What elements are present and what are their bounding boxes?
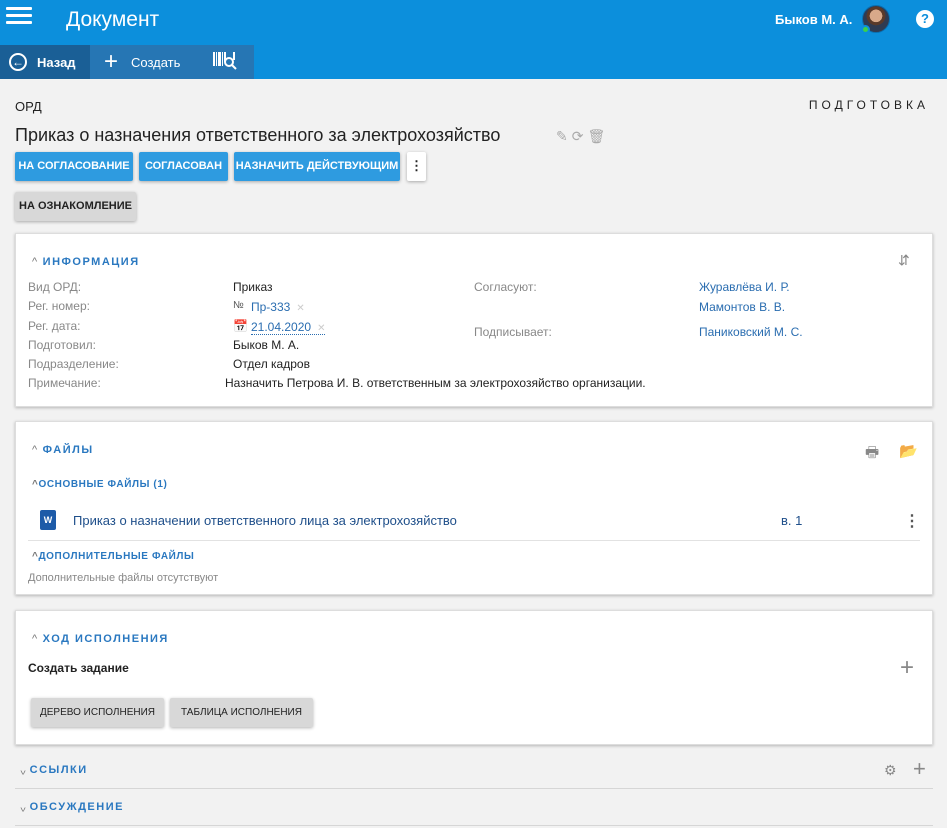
- help-icon[interactable]: ?: [916, 10, 934, 28]
- discussion-section-header[interactable]: ^ ОБСУЖДЕНИЕ: [19, 801, 124, 813]
- files-section-header[interactable]: ^ ФАЙЛЫ: [32, 444, 94, 456]
- execution-section-header[interactable]: ^ ХОД ИСПОЛНЕНИЯ: [32, 633, 169, 645]
- app-header: Документ Быков М. А. ?: [0, 0, 947, 45]
- expand-collapse-icon[interactable]: ⇵: [898, 252, 910, 269]
- main-content: ОРД ПОДГОТОВКА Приказ о назначения ответ…: [0, 79, 947, 828]
- department-value: Отдел кадров: [233, 357, 310, 371]
- reg-number-value[interactable]: Пр-333 ✕: [251, 300, 305, 314]
- prepared-label: Подготовил:: [28, 338, 97, 352]
- toolbar: ← Назад + Создать: [0, 45, 947, 79]
- number-sign-icon: №: [233, 300, 244, 311]
- approver-link[interactable]: Мамонтов В. В.: [699, 300, 785, 314]
- create-button[interactable]: + Создать: [90, 45, 198, 79]
- execution-table-button[interactable]: Таблица исполнения: [170, 698, 313, 727]
- extra-files-empty: Дополнительные файлы отсутствуют: [28, 572, 219, 584]
- more-actions-icon[interactable]: ⋮: [407, 152, 426, 181]
- delete-icon[interactable]: 🗑: [587, 128, 605, 144]
- extra-files-header[interactable]: ^ДОПОЛНИТЕЛЬНЫЕ ФАЙЛЫ: [32, 551, 194, 562]
- online-status-icon: [861, 25, 870, 34]
- barcode-search-icon: [213, 52, 237, 70]
- clear-date-icon[interactable]: ✕: [317, 323, 325, 334]
- signer-label: Подписывает:: [474, 325, 552, 339]
- title-actions: ✎ ⟳ 🗑: [556, 128, 609, 145]
- to-review-button[interactable]: На ознакомление: [15, 192, 136, 221]
- main-files-header[interactable]: ^ОСНОВНЫЕ ФАЙЛЫ (1): [32, 479, 167, 490]
- add-link-icon[interactable]: +: [913, 756, 926, 782]
- department-label: Подразделение:: [28, 357, 119, 371]
- reg-date-value[interactable]: 21.04.2020 ✕: [251, 320, 326, 335]
- links-section: ^ ССЫЛКИ ⚙ +: [15, 753, 933, 789]
- discussion-heading: ОБСУЖДЕНИЕ: [29, 801, 124, 813]
- approvers-label: Согласуют:: [474, 280, 537, 294]
- make-active-button[interactable]: Назначить действующим: [234, 152, 400, 181]
- info-heading: ИНФОРМАЦИЯ: [42, 256, 140, 268]
- arrow-left-circle-icon: ←: [9, 53, 27, 71]
- approved-button[interactable]: Согласован: [139, 152, 228, 181]
- refresh-icon[interactable]: ⟳: [572, 128, 584, 144]
- user-name[interactable]: Быков М. А.: [775, 12, 852, 27]
- to-approval-button[interactable]: На согласование: [15, 152, 133, 181]
- ord-type-label: Вид ОРД:: [28, 280, 82, 294]
- files-heading: ФАЙЛЫ: [42, 444, 94, 456]
- note-value: Назначить Петрова И. В. ответственным за…: [225, 376, 646, 390]
- hamburger-menu-icon[interactable]: [6, 7, 32, 27]
- main-files-heading: ОСНОВНЫЕ ФАЙЛЫ (1): [38, 479, 168, 490]
- reg-date-label: Рег. дата:: [28, 319, 81, 333]
- plus-icon: +: [104, 48, 119, 75]
- chevron-down-icon: ^: [19, 764, 26, 776]
- execution-tree-button[interactable]: Дерево исполнения: [31, 698, 164, 727]
- calendar-icon[interactable]: 📅: [233, 319, 248, 333]
- execution-card: ^ ХОД ИСПОЛНЕНИЯ Создать задание + Дерево…: [15, 610, 933, 745]
- barcode-search-button[interactable]: [198, 45, 254, 79]
- back-button[interactable]: ← Назад: [0, 45, 90, 79]
- divider: [28, 540, 920, 541]
- chevron-up-icon: ^: [32, 444, 39, 456]
- chevron-down-icon: ^: [19, 801, 26, 813]
- execution-heading: ХОД ИСПОЛНЕНИЯ: [42, 633, 169, 645]
- folder-open-icon[interactable]: 📂: [899, 442, 918, 460]
- file-version[interactable]: в. 1: [781, 513, 802, 528]
- chevron-up-icon: ^: [32, 633, 39, 645]
- signer-link[interactable]: Паниковский М. С.: [699, 325, 803, 339]
- files-card: ^ ФАЙЛЫ 🖶 📂 ^ОСНОВНЫЕ ФАЙЛЫ (1) W Приказ …: [15, 421, 933, 595]
- prepared-value: Быков М. А.: [233, 338, 300, 352]
- create-button-label: Создать: [131, 55, 181, 70]
- word-file-icon: W: [40, 510, 56, 530]
- reg-number-text: Пр-333: [251, 300, 291, 314]
- back-button-label: Назад: [37, 55, 76, 70]
- chevron-up-icon: ^: [32, 256, 39, 268]
- create-task-label[interactable]: Создать задание: [28, 661, 129, 675]
- discussion-section: ^ ОБСУЖДЕНИЕ: [15, 790, 933, 826]
- links-heading: ССЫЛКИ: [29, 764, 88, 776]
- info-section-header[interactable]: ^ ИНФОРМАЦИЯ: [32, 256, 140, 268]
- status-badge: ПОДГОТОВКА: [808, 98, 929, 112]
- page-title: Документ: [66, 8, 160, 31]
- reg-number-label: Рег. номер:: [28, 299, 90, 313]
- print-icon[interactable]: 🖶: [865, 442, 879, 467]
- filter-settings-icon[interactable]: ⚙: [884, 762, 897, 779]
- file-name-link[interactable]: Приказ о назначении ответственного лица …: [73, 513, 457, 528]
- ord-type-value: Приказ: [233, 280, 273, 294]
- approver-link[interactable]: Журавлёва И. Р.: [699, 280, 790, 294]
- add-task-icon[interactable]: +: [900, 654, 914, 682]
- note-label: Примечание:: [28, 376, 101, 390]
- edit-icon[interactable]: ✎: [556, 128, 568, 144]
- document-title: Приказ о назначения ответственного за эл…: [15, 125, 501, 145]
- info-card: ^ ИНФОРМАЦИЯ ⇵ Вид ОРД: Приказ Рег. номер…: [15, 233, 933, 407]
- clear-icon[interactable]: ✕: [296, 303, 304, 314]
- document-type: ОРД: [15, 99, 42, 114]
- extra-files-heading: ДОПОЛНИТЕЛЬНЫЕ ФАЙЛЫ: [38, 551, 195, 562]
- links-section-header[interactable]: ^ ССЫЛКИ: [19, 764, 88, 776]
- file-more-icon[interactable]: ⋮: [904, 511, 920, 531]
- reg-date-text: 21.04.2020: [251, 320, 312, 334]
